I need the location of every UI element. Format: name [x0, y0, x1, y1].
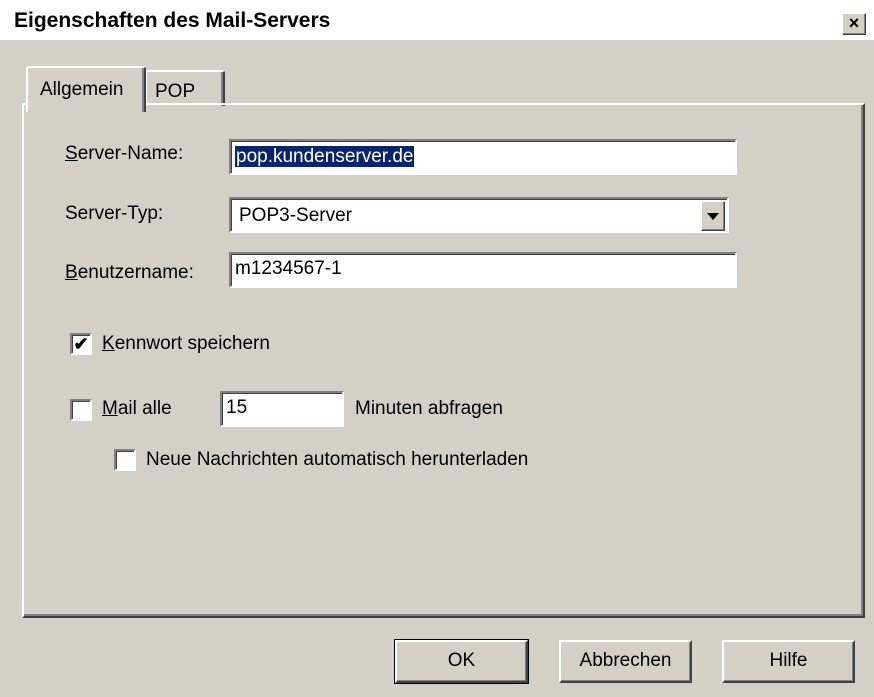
server-type-label: Server-Typ:	[65, 203, 164, 224]
help-button-label: Hilfe	[769, 650, 808, 671]
chevron-down-icon[interactable]	[701, 201, 725, 231]
tab-allgemein-label: Allgemein	[40, 79, 124, 100]
username-field[interactable]	[229, 252, 737, 288]
ok-button-label: OK	[447, 650, 476, 671]
auto-download-label: Neue Nachrichten automatisch herunterlad…	[146, 449, 529, 470]
username-label: Benutzername:	[65, 262, 194, 283]
save-password-label: Kennwort speichern	[102, 333, 270, 354]
server-name-value: pop.kundenserver.de	[235, 146, 415, 167]
tab-pop[interactable]: POP	[145, 70, 225, 106]
auto-download-checkbox[interactable]	[114, 449, 136, 471]
server-name-field[interactable]: pop.kundenserver.de	[229, 139, 737, 175]
ok-button[interactable]: OK	[394, 639, 529, 684]
dialog-title: Eigenschaften des Mail-Servers	[14, 9, 331, 32]
tab-allgemein[interactable]: Allgemein	[26, 66, 146, 112]
help-button[interactable]: Hilfe	[722, 640, 855, 683]
cancel-button-label: Abbrechen	[579, 650, 672, 671]
check-mail-checkbox[interactable]	[70, 399, 92, 421]
check-mail-label: Mail alle	[102, 398, 172, 419]
checkmark-icon: ✔	[73, 334, 89, 354]
tab-pop-label: POP	[155, 81, 196, 102]
close-button[interactable]: ×	[842, 13, 866, 35]
check-mail-interval-field[interactable]	[220, 391, 344, 427]
username-input[interactable]	[235, 258, 689, 280]
close-icon: ×	[848, 13, 860, 33]
server-type-select[interactable]: POP3-Server	[229, 197, 729, 233]
save-password-checkbox[interactable]: ✔	[70, 333, 92, 355]
tab-panel-allgemein: Server-Name: pop.kundenserver.de Server-…	[22, 103, 865, 618]
cancel-button[interactable]: Abbrechen	[559, 640, 692, 683]
check-mail-suffix-label: Minuten abfragen	[355, 398, 503, 419]
server-type-value: POP3-Server	[239, 205, 352, 226]
check-mail-interval-input[interactable]	[226, 397, 334, 419]
title-bar: Eigenschaften des Mail-Servers ×	[0, 0, 874, 40]
server-name-label: Server-Name:	[65, 143, 184, 164]
mail-server-properties-dialog: Eigenschaften des Mail-Servers × Allgeme…	[0, 0, 874, 697]
